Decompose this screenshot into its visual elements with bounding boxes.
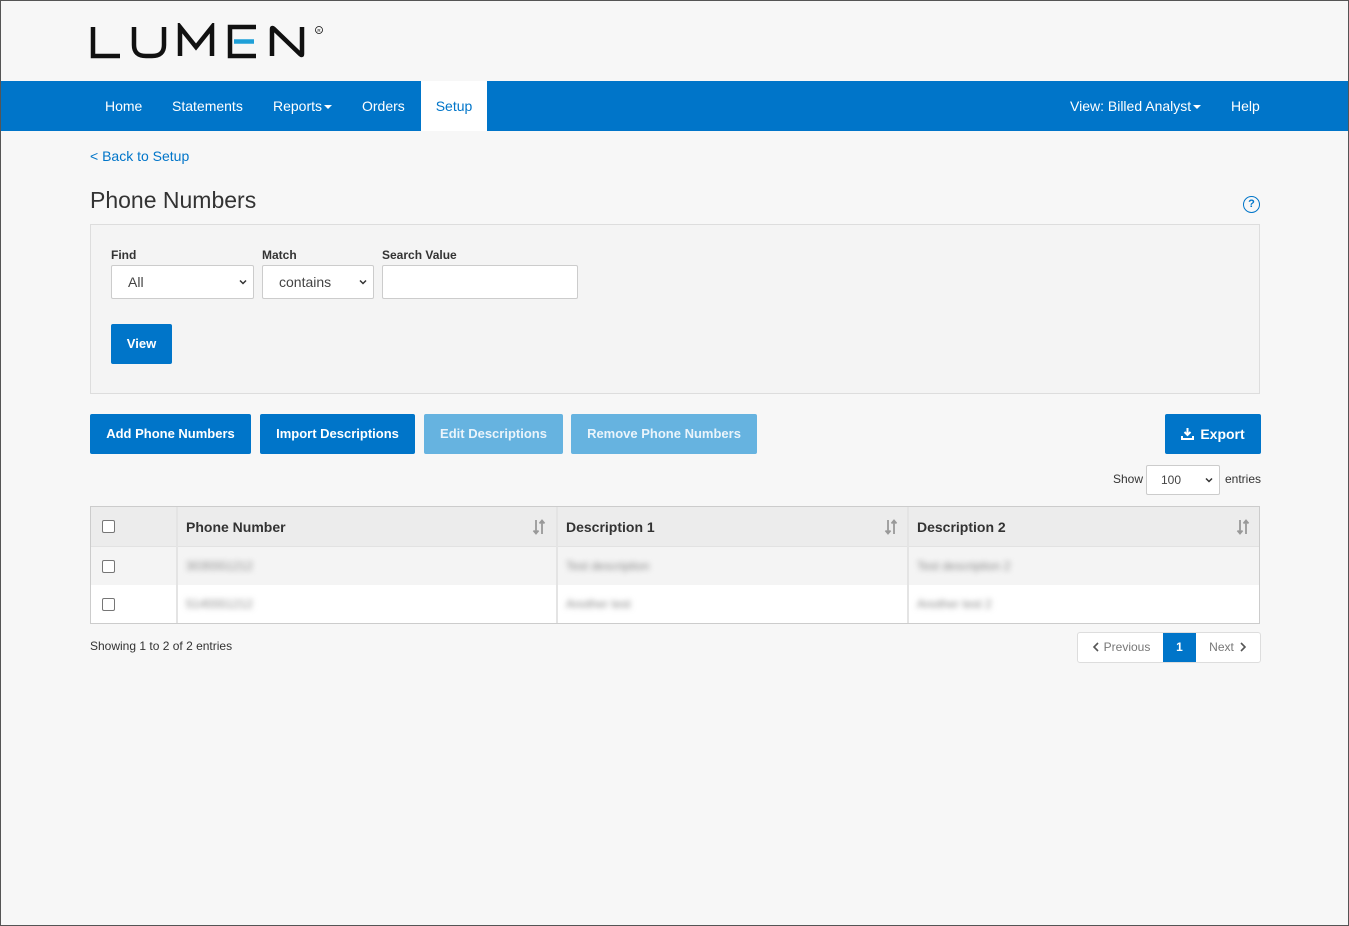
column-header-label: Phone Number <box>186 519 286 535</box>
back-to-setup-link[interactable]: < Back to Setup <box>90 148 189 164</box>
nav-setup[interactable]: Setup <box>421 81 487 131</box>
select-all-checkbox[interactable] <box>102 520 115 533</box>
match-select[interactable]: contains <box>262 265 374 299</box>
chevron-down-icon <box>1205 477 1213 483</box>
show-label: Show <box>1113 472 1144 486</box>
sort-icon[interactable] <box>1236 519 1250 535</box>
lumen-logo[interactable]: R <box>90 20 326 66</box>
chevron-down-icon <box>239 279 247 285</box>
sort-icon[interactable] <box>532 519 546 535</box>
nav-home[interactable]: Home <box>105 81 142 131</box>
nav-statements[interactable]: Statements <box>172 81 243 131</box>
nav-orders[interactable]: Orders <box>362 81 405 131</box>
header: R <box>1 1 1348 81</box>
column-header-label: Description 2 <box>917 519 1006 535</box>
pagination-page-1[interactable]: 1 <box>1163 633 1196 662</box>
chevron-right-icon <box>1240 642 1246 652</box>
row-checkbox[interactable] <box>102 560 115 573</box>
entries-length-value: 100 <box>1161 473 1182 487</box>
add-phone-numbers-button[interactable]: Add Phone Numbers <box>90 414 251 454</box>
column-divider <box>907 507 909 623</box>
table-row: 5145551212 Another test Another test 2 <box>91 585 1259 623</box>
entries-length-select[interactable]: 100 <box>1146 465 1220 495</box>
edit-descriptions-button[interactable]: Edit Descriptions <box>424 414 563 454</box>
caret-down-icon <box>324 105 333 110</box>
column-header-label: Description 1 <box>566 519 655 535</box>
nav-reports[interactable]: Reports <box>273 81 333 131</box>
search-value-input[interactable] <box>382 265 578 299</box>
import-descriptions-button[interactable]: Import Descriptions <box>260 414 415 454</box>
entries-label: entries <box>1225 472 1262 486</box>
view-button[interactable]: View <box>111 324 172 364</box>
lumen-logo-graphic: R <box>90 20 323 59</box>
chevron-left-icon <box>1092 642 1099 652</box>
find-select[interactable]: All <box>111 265 254 299</box>
cell-description-1: Another test <box>566 597 631 611</box>
search-panel: Find All Match contains Search Value Vie… <box>90 224 1260 394</box>
svg-text:R: R <box>317 28 321 33</box>
chevron-down-icon <box>359 279 367 285</box>
match-select-value: contains <box>279 274 332 290</box>
nav-reports-label: Reports <box>273 98 323 114</box>
cell-description-2: Test description 2 <box>917 559 1011 573</box>
pagination-previous-label: Previous <box>1103 640 1151 654</box>
cell-description-1: Test description <box>566 559 650 573</box>
help-icon[interactable]: ? <box>1243 196 1260 213</box>
column-divider <box>556 507 558 623</box>
download-icon <box>1181 428 1195 440</box>
pagination: Previous 1 Next <box>1077 632 1261 663</box>
remove-phone-numbers-button[interactable]: Remove Phone Numbers <box>571 414 757 454</box>
column-header-description-1[interactable]: Description 1 <box>557 507 908 547</box>
table-header-row: Phone Number Description 1 Description 2 <box>91 507 1259 547</box>
cell-phone-number: 3035551212 <box>186 559 253 573</box>
column-header-description-2[interactable]: Description 2 <box>908 507 1259 547</box>
sort-icon[interactable] <box>884 519 898 535</box>
phone-numbers-table: Phone Number Description 1 Description 2… <box>90 506 1260 624</box>
pagination-next-label: Next <box>1209 640 1234 654</box>
row-checkbox[interactable] <box>102 598 115 611</box>
page-title: Phone Numbers <box>90 187 257 213</box>
cell-description-2: Another test 2 <box>917 597 992 611</box>
column-header-phone-number[interactable]: Phone Number <box>177 507 557 547</box>
match-label: Match <box>262 248 297 262</box>
find-label: Find <box>111 248 137 262</box>
pagination-next[interactable]: Next <box>1196 633 1260 662</box>
main-navbar: Home Statements Reports Orders Setup Vie… <box>1 81 1348 131</box>
nav-view-role[interactable]: View: Billed Analyst <box>1070 81 1202 131</box>
nav-view-role-label: View: Billed Analyst <box>1070 98 1192 114</box>
column-divider <box>176 507 178 623</box>
export-label: Export <box>1200 426 1245 442</box>
cell-phone-number: 5145551212 <box>186 597 253 611</box>
nav-help[interactable]: Help <box>1231 81 1260 131</box>
pagination-previous[interactable]: Previous <box>1078 633 1164 662</box>
table-info-text: Showing 1 to 2 of 2 entries <box>90 639 233 653</box>
find-select-value: All <box>128 274 144 290</box>
export-button[interactable]: Export <box>1165 414 1261 454</box>
search-value-label: Search Value <box>382 248 457 262</box>
table-row: 3035551212 Test description Test descrip… <box>91 547 1259 585</box>
caret-down-icon <box>1193 105 1202 110</box>
